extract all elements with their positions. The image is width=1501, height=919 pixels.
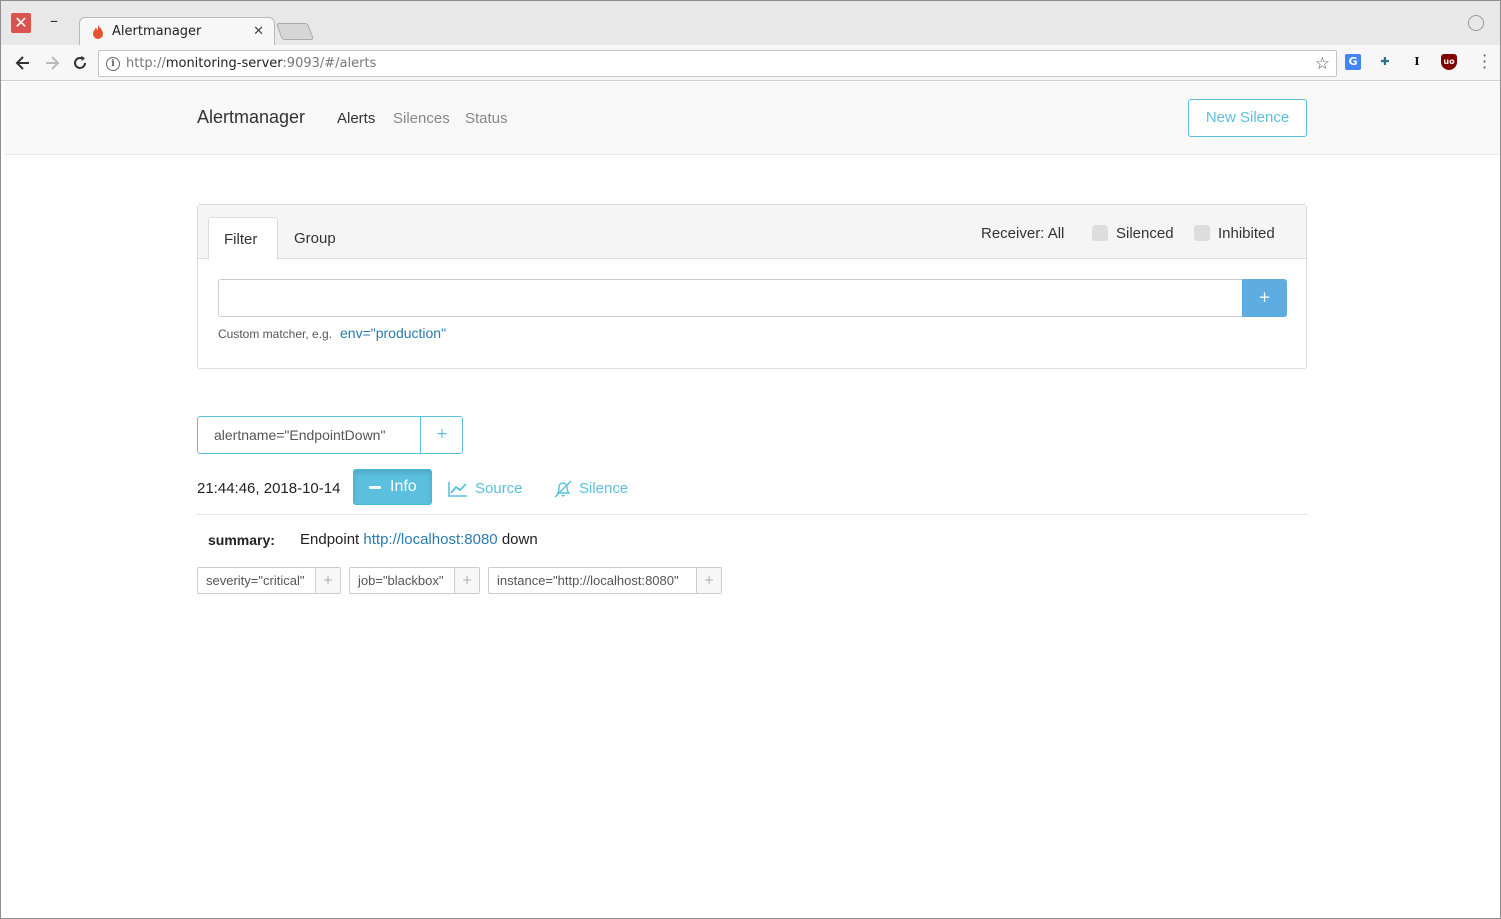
puzzle-extension-icon[interactable]: ✚ (1377, 54, 1393, 70)
filter-card: Filter Group Receiver: All Silenced Inhi… (197, 204, 1307, 369)
filter-card-header: Filter Group Receiver: All Silenced Inhi… (198, 205, 1306, 260)
page: Alertmanager Alerts Silences Status New … (5, 82, 1500, 918)
tab-filter[interactable]: Filter (208, 217, 278, 260)
group-add-filter-button[interactable]: + (421, 417, 463, 453)
nav-status[interactable]: Status (465, 110, 508, 127)
silenced-checkbox[interactable] (1092, 225, 1108, 241)
summary-link[interactable]: http://localhost:8080 (363, 531, 497, 548)
browser-toolbar: i http://monitoring-server:9093/#/alerts… (1, 45, 1500, 81)
url-host: monitoring-server (165, 56, 283, 71)
info-toggle-button[interactable]: Info (353, 469, 432, 505)
summary-suffix: down (497, 531, 538, 548)
site-info-icon[interactable]: i (106, 57, 120, 71)
window-close-icon[interactable]: ✕ (11, 13, 31, 33)
alertmanager-favicon-icon (93, 25, 103, 39)
silenced-label[interactable]: Silenced (1116, 225, 1174, 242)
forward-arrow-icon[interactable] (42, 53, 62, 73)
reload-icon[interactable] (70, 53, 90, 73)
minus-icon (369, 486, 381, 489)
info-label: Info (390, 478, 417, 495)
label-add-button[interactable]: + (315, 568, 340, 593)
group-tag-label[interactable]: alertname="EndpointDown" (214, 427, 385, 443)
ublock-extension-icon[interactable]: uo (1441, 54, 1457, 70)
label-text[interactable]: instance="http://localhost:8080" (497, 573, 679, 588)
silence-link[interactable]: Silence (579, 480, 628, 497)
browser-window: ✕ – Alertmanager ✕ i http://monitoring-s… (0, 0, 1501, 919)
nav-alerts[interactable]: Alerts (337, 110, 375, 127)
chart-line-icon (448, 482, 467, 497)
brand[interactable]: Alertmanager (197, 107, 305, 128)
url-path: :9093/#/alerts (282, 56, 377, 71)
tab-group[interactable]: Group (279, 217, 349, 260)
url-text: http://monitoring-server:9093/#/alerts (126, 56, 376, 71)
tab-title: Alertmanager (112, 24, 202, 39)
translate-extension-icon[interactable]: G (1345, 54, 1361, 70)
tab-strip: ✕ – Alertmanager ✕ (1, 1, 1500, 46)
receiver-dropdown[interactable]: Receiver: All (981, 225, 1064, 242)
label-add-button[interactable]: + (454, 568, 479, 593)
navbar: Alertmanager Alerts Silences Status New … (5, 82, 1500, 155)
label-text[interactable]: severity="critical" (206, 573, 304, 588)
new-tab-button[interactable] (275, 23, 315, 40)
inhibited-label[interactable]: Inhibited (1218, 225, 1275, 242)
instapaper-extension-icon[interactable]: I (1409, 54, 1425, 70)
alert-divider (197, 514, 1307, 515)
tab-close-icon[interactable]: ✕ (253, 24, 264, 39)
group-tag: alertname="EndpointDown" + (197, 416, 463, 454)
browser-menu-icon[interactable]: · · · (1482, 48, 1487, 76)
label-add-button[interactable]: + (696, 568, 721, 593)
window-minimize-icon[interactable]: – (47, 13, 61, 29)
url-scheme: http:// (126, 56, 166, 71)
alert-timestamp: 21:44:46, 2018-10-14 (197, 480, 341, 497)
profile-icon[interactable] (1468, 15, 1484, 31)
filter-hint-example: env="production" (340, 325, 447, 341)
summary-value: Endpoint http://localhost:8080 down (300, 531, 538, 548)
inhibited-checkbox[interactable] (1194, 225, 1210, 241)
new-silence-button[interactable]: New Silence (1188, 99, 1307, 137)
label-tag-instance: instance="http://localhost:8080" + (488, 567, 722, 594)
filter-hint: Custom matcher, e.g. (218, 327, 333, 341)
label-tag-job: job="blackbox" + (349, 567, 480, 594)
back-arrow-icon[interactable] (13, 53, 33, 73)
label-tag-severity: severity="critical" + (197, 567, 341, 594)
filter-input[interactable] (218, 279, 1243, 317)
summary-key: summary: (208, 532, 275, 548)
browser-tab[interactable]: Alertmanager ✕ (79, 17, 275, 46)
source-link[interactable]: Source (475, 480, 523, 497)
nav-silences[interactable]: Silences (393, 110, 450, 127)
label-text[interactable]: job="blackbox" (358, 573, 443, 588)
filter-add-button[interactable]: + (1242, 279, 1287, 317)
bell-slash-icon (554, 480, 572, 498)
bookmark-star-icon[interactable]: ☆ (1315, 54, 1330, 74)
address-bar[interactable]: i http://monitoring-server:9093/#/alerts… (98, 50, 1337, 77)
summary-prefix: Endpoint (300, 531, 364, 548)
